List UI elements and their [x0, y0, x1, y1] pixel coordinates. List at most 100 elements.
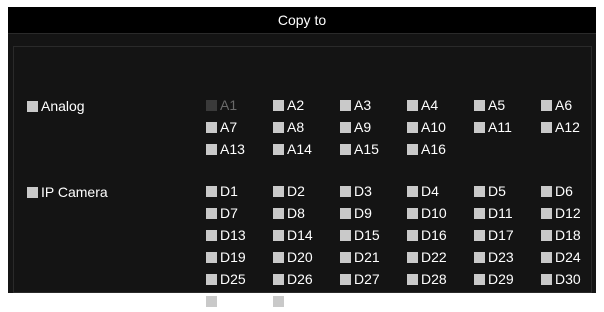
checkbox-icon: [407, 143, 418, 155]
analog-group-label: Analog: [41, 98, 85, 114]
checkbox-icon: [206, 207, 217, 219]
channel-checkbox-a13[interactable]: A13: [206, 138, 273, 160]
channel-checkbox-a14[interactable]: A14: [273, 138, 340, 160]
checkbox-icon: [273, 229, 284, 241]
checkbox-icon: [541, 185, 552, 197]
channel-label: D3: [354, 183, 372, 199]
channel-checkbox-d25[interactable]: D25: [206, 268, 273, 290]
checkbox-icon: [273, 273, 284, 285]
channel-checkbox-d9[interactable]: D9: [340, 202, 407, 224]
channel-checkbox-d22[interactable]: D22: [407, 246, 474, 268]
checkbox-icon: [474, 229, 485, 241]
channel-checkbox-a1: A1: [206, 94, 273, 116]
channel-checkbox-d21[interactable]: D21: [340, 246, 407, 268]
channel-checkbox-d10[interactable]: D10: [407, 202, 474, 224]
checkbox-icon: [273, 185, 284, 197]
channel-checkbox-a11[interactable]: A11: [474, 116, 541, 138]
channel-panel: Analog A1 A2 A3 A4 A5 A6 A7 A8 A9 A10 A11 A12 A13 A14…: [13, 46, 592, 309]
channel-checkbox-a10[interactable]: A10: [407, 116, 474, 138]
checkbox-icon: [541, 251, 552, 263]
channel-label: D11: [488, 205, 513, 221]
channel-checkbox-a6[interactable]: A6: [541, 94, 604, 116]
channel-checkbox-d28[interactable]: D28: [407, 268, 474, 290]
channel-checkbox-d3[interactable]: D3: [340, 180, 407, 202]
channel-label: A11: [488, 119, 512, 135]
checkbox-icon: [474, 185, 485, 197]
channel-checkbox-a9[interactable]: A9: [340, 116, 407, 138]
checkbox-icon: [206, 185, 217, 197]
channel-checkbox-d12[interactable]: D12: [541, 202, 604, 224]
channel-checkbox-a15[interactable]: A15: [340, 138, 407, 160]
checkbox-icon: [206, 99, 217, 111]
channel-label: D31: [220, 293, 246, 309]
channel-checkbox-d23[interactable]: D23: [474, 246, 541, 268]
ip-camera-group-checkbox[interactable]: IP Camera: [27, 183, 108, 201]
channel-label: D7: [220, 205, 238, 221]
channel-checkbox-d5[interactable]: D5: [474, 180, 541, 202]
checkbox-icon: [206, 143, 217, 155]
channel-checkbox-a7[interactable]: A7: [206, 116, 273, 138]
channel-label: D32: [287, 293, 313, 309]
channel-checkbox-d17[interactable]: D17: [474, 224, 541, 246]
checkbox-icon: [340, 207, 351, 219]
channel-label: D6: [555, 183, 573, 199]
channel-label: D22: [421, 249, 447, 265]
channel-label: D14: [287, 227, 313, 243]
ip-camera-group-label: IP Camera: [41, 184, 108, 200]
channel-checkbox-d4[interactable]: D4: [407, 180, 474, 202]
channel-checkbox-d31[interactable]: D31: [206, 290, 273, 312]
channel-label: D30: [555, 271, 581, 287]
checkbox-icon: [206, 229, 217, 241]
channel-checkbox-d19[interactable]: D19: [206, 246, 273, 268]
channel-label: A5: [488, 97, 506, 113]
checkbox-icon: [407, 121, 418, 133]
channel-checkbox-d27[interactable]: D27: [340, 268, 407, 290]
channel-label: A3: [354, 97, 372, 113]
channel-checkbox-a5[interactable]: A5: [474, 94, 541, 116]
channel-checkbox-d6[interactable]: D6: [541, 180, 604, 202]
channel-checkbox-d15[interactable]: D15: [340, 224, 407, 246]
channel-checkbox-d32[interactable]: D32: [273, 290, 340, 312]
channel-label: D9: [354, 205, 372, 221]
channel-checkbox-d20[interactable]: D20: [273, 246, 340, 268]
checkbox-icon: [474, 251, 485, 263]
channel-checkbox-d14[interactable]: D14: [273, 224, 340, 246]
channel-checkbox-a16[interactable]: A16: [407, 138, 474, 160]
channel-checkbox-a8[interactable]: A8: [273, 116, 340, 138]
channel-checkbox-d1[interactable]: D1: [206, 180, 273, 202]
channel-label: D16: [421, 227, 447, 243]
channel-checkbox-d29[interactable]: D29: [474, 268, 541, 290]
channel-checkbox-d7[interactable]: D7: [206, 202, 273, 224]
channel-label: D18: [555, 227, 581, 243]
channel-checkbox-d2[interactable]: D2: [273, 180, 340, 202]
channel-checkbox-a12[interactable]: A12: [541, 116, 604, 138]
channel-label: D1: [220, 183, 238, 199]
channel-label: D15: [354, 227, 380, 243]
checkbox-icon: [206, 251, 217, 263]
channel-checkbox-d18[interactable]: D18: [541, 224, 604, 246]
channel-label: D25: [220, 271, 246, 287]
channel-checkbox-d13[interactable]: D13: [206, 224, 273, 246]
channel-label: A2: [287, 97, 305, 113]
checkbox-icon: [407, 251, 418, 263]
channel-checkbox-d8[interactable]: D8: [273, 202, 340, 224]
channel-checkbox-a2[interactable]: A2: [273, 94, 340, 116]
checkbox-icon: [340, 251, 351, 263]
channel-checkbox-d16[interactable]: D16: [407, 224, 474, 246]
checkbox-icon: [541, 99, 552, 111]
channel-label: A14: [287, 141, 312, 157]
channel-checkbox-a4[interactable]: A4: [407, 94, 474, 116]
channel-checkbox-d30[interactable]: D30: [541, 268, 604, 290]
analog-group-checkbox[interactable]: Analog: [27, 97, 85, 115]
channel-label: A7: [220, 119, 238, 135]
channel-label: A6: [555, 97, 573, 113]
channel-label: D29: [488, 271, 514, 287]
channel-checkbox-d24[interactable]: D24: [541, 246, 604, 268]
checkbox-icon: [340, 143, 351, 155]
channel-checkbox-d11[interactable]: D11: [474, 202, 541, 224]
channel-checkbox-d26[interactable]: D26: [273, 268, 340, 290]
channel-label: D20: [287, 249, 313, 265]
channel-checkbox-a3[interactable]: A3: [340, 94, 407, 116]
checkbox-icon: [474, 207, 485, 219]
checkbox-icon: [407, 229, 418, 241]
